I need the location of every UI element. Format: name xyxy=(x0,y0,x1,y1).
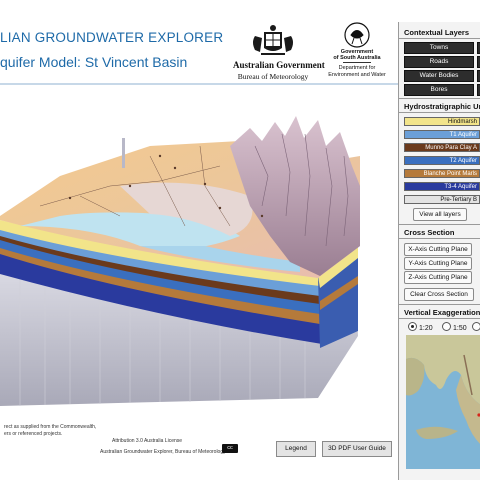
header-divider xyxy=(0,83,398,85)
logo-divider xyxy=(343,62,371,63)
bom-text: Bureau of Meteorology xyxy=(237,72,309,81)
hydro-unit-pre-tertiary-b[interactable]: Pre-Tertiary B xyxy=(404,195,480,204)
cc-text: cc xyxy=(227,445,233,451)
gov-sa-line2: of South Australia xyxy=(333,55,381,61)
divider xyxy=(399,38,480,39)
australian-government-logo: Australian Government Bureau of Meteorol… xyxy=(233,22,325,81)
view-all-layers-button[interactable]: View all layers xyxy=(413,208,467,221)
coat-of-arms-icon xyxy=(253,25,293,55)
hydro-unit-t3-4-aquifer[interactable]: T3-4 Aquifer xyxy=(404,182,480,191)
credit-line-2: ers or referenced projects. xyxy=(4,431,63,437)
bore-column xyxy=(122,138,125,168)
legend-button[interactable]: Legend xyxy=(276,441,316,457)
hydro-unit-t1-aquifer[interactable]: T1 Aquifer xyxy=(404,130,480,139)
bores-layer-button[interactable]: Bores xyxy=(404,84,474,96)
radio-selected-icon[interactable] xyxy=(408,322,417,331)
exaggeration-label: 1:20 xyxy=(419,325,433,332)
creative-commons-icon: cc xyxy=(222,444,238,453)
3d-aquifer-model-viewport[interactable] xyxy=(0,86,398,408)
piping-shrike-icon xyxy=(344,22,370,48)
x-axis-cutting-plane-button[interactable]: X-Axis Cutting Plane xyxy=(404,243,472,256)
user-guide-button[interactable]: 3D PDF User Guide xyxy=(322,441,392,457)
credit-line-1: rect as supplied from the Commonwealth, xyxy=(4,424,97,430)
control-panel: Contextual Layers Towns Roads Water Bodi… xyxy=(398,22,480,480)
hydro-unit-munno-para-clay-a[interactable]: Munno Para Clay A xyxy=(404,143,480,152)
hydro-unit-t2-aquifer[interactable]: T2 Aquifer xyxy=(404,156,480,165)
exaggeration-option-1-20[interactable]: 1:20 xyxy=(408,322,433,332)
roads-layer-button[interactable]: Roads xyxy=(404,56,474,68)
radio-icon[interactable] xyxy=(442,322,451,331)
contextual-layers-title: Contextual Layers xyxy=(404,28,470,37)
license-text: Attribution 3.0 Australia License xyxy=(112,438,183,444)
dept-line1: Department for xyxy=(338,65,376,71)
towns-layer-button[interactable]: Towns xyxy=(404,42,474,54)
exaggeration-option-3[interactable]: 1 xyxy=(472,322,480,332)
water-bodies-layer-button[interactable]: Water Bodies xyxy=(404,70,474,82)
divider xyxy=(399,304,480,305)
hydro-units-title: Hydrostratigraphic Units xyxy=(404,102,480,111)
dept-line2: Environment and Water xyxy=(328,72,386,78)
divider xyxy=(399,112,480,113)
divider xyxy=(399,238,480,239)
locator-map[interactable] xyxy=(406,335,480,469)
gov-aus-text: Australian Government xyxy=(233,60,325,70)
cross-section-title: Cross Section xyxy=(404,228,455,237)
hydro-unit-blanche-point-marls[interactable]: Blanche Point Marls xyxy=(404,169,480,178)
model-subtitle: quifer Model: St Vincent Basin xyxy=(0,54,188,70)
vertical-exaggeration-title: Vertical Exaggeration xyxy=(404,308,480,317)
app-title: LIAN GROUNDWATER EXPLORER xyxy=(0,30,224,45)
clear-cross-section-button[interactable]: Clear Cross Section xyxy=(404,288,474,301)
divider xyxy=(399,224,480,225)
exaggeration-label: 1:50 xyxy=(453,325,467,332)
attribution-text: Australian Groundwater Explorer, Bureau … xyxy=(100,449,226,455)
government-sa-logo: Government of South Australia Department… xyxy=(318,22,396,80)
z-axis-cutting-plane-button[interactable]: Z-Axis Cutting Plane xyxy=(404,271,472,284)
y-axis-cutting-plane-button[interactable]: Y-Axis Cutting Plane xyxy=(404,257,472,270)
divider xyxy=(399,98,480,99)
exaggeration-option-1-50[interactable]: 1:50 xyxy=(442,322,467,332)
hydro-unit-hindmarsh[interactable]: Hindmarsh xyxy=(404,117,480,126)
radio-icon[interactable] xyxy=(472,322,480,331)
divider xyxy=(399,318,480,319)
